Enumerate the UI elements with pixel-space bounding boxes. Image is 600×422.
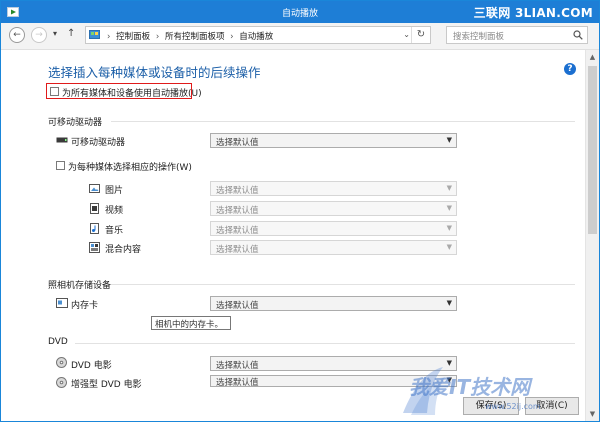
main-content: 选择插入每种媒体或设备时的后续操作 ? 为所有媒体和设备使用自动播放(U) 可移…: [1, 50, 585, 421]
recent-locations-dropdown[interactable]: ▾: [53, 29, 57, 38]
chevron-down-icon: ▼: [446, 299, 452, 307]
per-media-label[interactable]: 为每种媒体选择相应的操作(W): [68, 160, 192, 173]
memory-card-icon: [56, 298, 68, 308]
picture-select-value: 选择默认值: [216, 186, 259, 196]
camera-storage-section-title: 照相机存储设备: [48, 281, 112, 291]
site-watermark-text: 我爱IT技术网: [409, 375, 531, 399]
video-label: 视频: [105, 206, 124, 216]
breadcrumb-separator: ›: [107, 32, 111, 42]
picture-icon: [89, 184, 100, 193]
mixed-content-icon: [89, 242, 100, 253]
site-watermark-url: www.52ij.com: [485, 402, 541, 411]
autoplay-window: 自动播放 三联网 3LIAN.COM ← → ▾ ↑ › 控制面板 › 所有控制…: [0, 0, 600, 422]
dvd-movie-select[interactable]: 选择默认值 ▼: [210, 356, 457, 371]
vertical-scrollbar[interactable]: ▲ ▼: [585, 50, 599, 421]
section-divider: [111, 284, 575, 285]
dvd-section-title: DVD: [48, 337, 68, 347]
picture-select[interactable]: 选择默认值 ▼: [210, 181, 457, 196]
navigation-bar: ← → ▾ ↑ › 控制面板 › 所有控制面板项 › 自动播放 ⌄ ↻ 搜索控制…: [1, 23, 599, 50]
enhanced-dvd-icon: [56, 377, 67, 388]
search-input[interactable]: 搜索控制面板: [446, 26, 588, 44]
chevron-down-icon: ▼: [446, 184, 452, 192]
address-bar[interactable]: › 控制面板 › 所有控制面板项 › 自动播放 ⌄ ↻: [85, 26, 431, 44]
forward-button[interactable]: →: [31, 27, 47, 43]
memory-card-select-value: 选择默认值: [216, 301, 259, 311]
memory-card-label: 内存卡: [71, 301, 99, 311]
site-watermark-top: 三联网 3LIAN.COM: [473, 6, 593, 20]
section-divider: [75, 343, 575, 344]
scrollbar-thumb[interactable]: [588, 66, 597, 234]
autoplay-all-label[interactable]: 为所有媒体和设备使用自动播放(U): [62, 86, 202, 99]
music-select-value: 选择默认值: [216, 226, 259, 236]
mixed-content-select[interactable]: 选择默认值 ▼: [210, 240, 457, 255]
breadcrumb-all-items[interactable]: 所有控制面板项: [165, 30, 225, 42]
picture-label: 图片: [105, 186, 124, 196]
dvd-movie-label: DVD 电影: [71, 361, 112, 371]
video-icon: [90, 203, 99, 214]
search-placeholder: 搜索控制面板: [453, 32, 505, 42]
section-divider: [111, 121, 575, 122]
enhanced-dvd-select-value: 选择默认值: [216, 378, 259, 388]
music-label: 音乐: [105, 226, 124, 236]
removable-drives-section-title: 可移动驱动器: [48, 118, 103, 128]
help-icon[interactable]: ?: [564, 63, 576, 75]
mixed-content-select-value: 选择默认值: [216, 245, 259, 255]
mixed-content-label: 混合内容: [105, 245, 142, 255]
music-icon: [90, 223, 99, 234]
removable-drive-icon: [56, 137, 68, 143]
title-bar[interactable]: 自动播放 三联网 3LIAN.COM: [1, 1, 599, 23]
dvd-disc-icon: [56, 357, 67, 368]
breadcrumb: › 控制面板 › 所有控制面板项 › 自动播放: [104, 30, 273, 42]
autoplay-all-checkbox[interactable]: [50, 87, 59, 96]
removable-drive-select-value: 选择默认值: [216, 138, 259, 148]
video-select-value: 选择默认值: [216, 206, 259, 216]
scroll-up-arrow-icon[interactable]: ▲: [586, 50, 599, 64]
back-button[interactable]: ←: [9, 27, 25, 43]
removable-drive-select[interactable]: 选择默认值 ▼: [210, 133, 457, 148]
removable-drive-label: 可移动驱动器: [71, 138, 126, 148]
chevron-down-icon: ▼: [446, 136, 452, 144]
chevron-down-icon: ▼: [446, 359, 452, 367]
memory-card-select[interactable]: 选择默认值 ▼: [210, 296, 457, 311]
chevron-down-icon: ▼: [446, 243, 452, 251]
breadcrumb-separator: ›: [155, 32, 160, 42]
up-button[interactable]: ↑: [67, 28, 75, 39]
dvd-movie-select-value: 选择默认值: [216, 361, 259, 371]
address-dropdown-icon[interactable]: ⌄: [403, 30, 410, 39]
breadcrumb-autoplay[interactable]: 自动播放: [239, 30, 273, 42]
enhanced-dvd-label: 增强型 DVD 电影: [71, 380, 142, 390]
chevron-down-icon: ▼: [446, 224, 452, 232]
music-select[interactable]: 选择默认值 ▼: [210, 221, 457, 236]
breadcrumb-separator: ›: [230, 32, 234, 42]
control-panel-icon: [89, 30, 100, 39]
refresh-button[interactable]: ↻: [411, 27, 430, 43]
page-title: 选择插入每种媒体或设备时的后续操作: [48, 65, 261, 80]
search-icon[interactable]: [573, 30, 583, 40]
chevron-down-icon: ▼: [446, 204, 452, 212]
scroll-down-arrow-icon[interactable]: ▼: [586, 407, 599, 421]
per-media-checkbox[interactable]: [56, 161, 65, 170]
video-select[interactable]: 选择默认值 ▼: [210, 201, 457, 216]
breadcrumb-control-panel[interactable]: 控制面板: [116, 30, 150, 42]
memory-card-tooltip: 相机中的内存卡。: [151, 316, 231, 330]
